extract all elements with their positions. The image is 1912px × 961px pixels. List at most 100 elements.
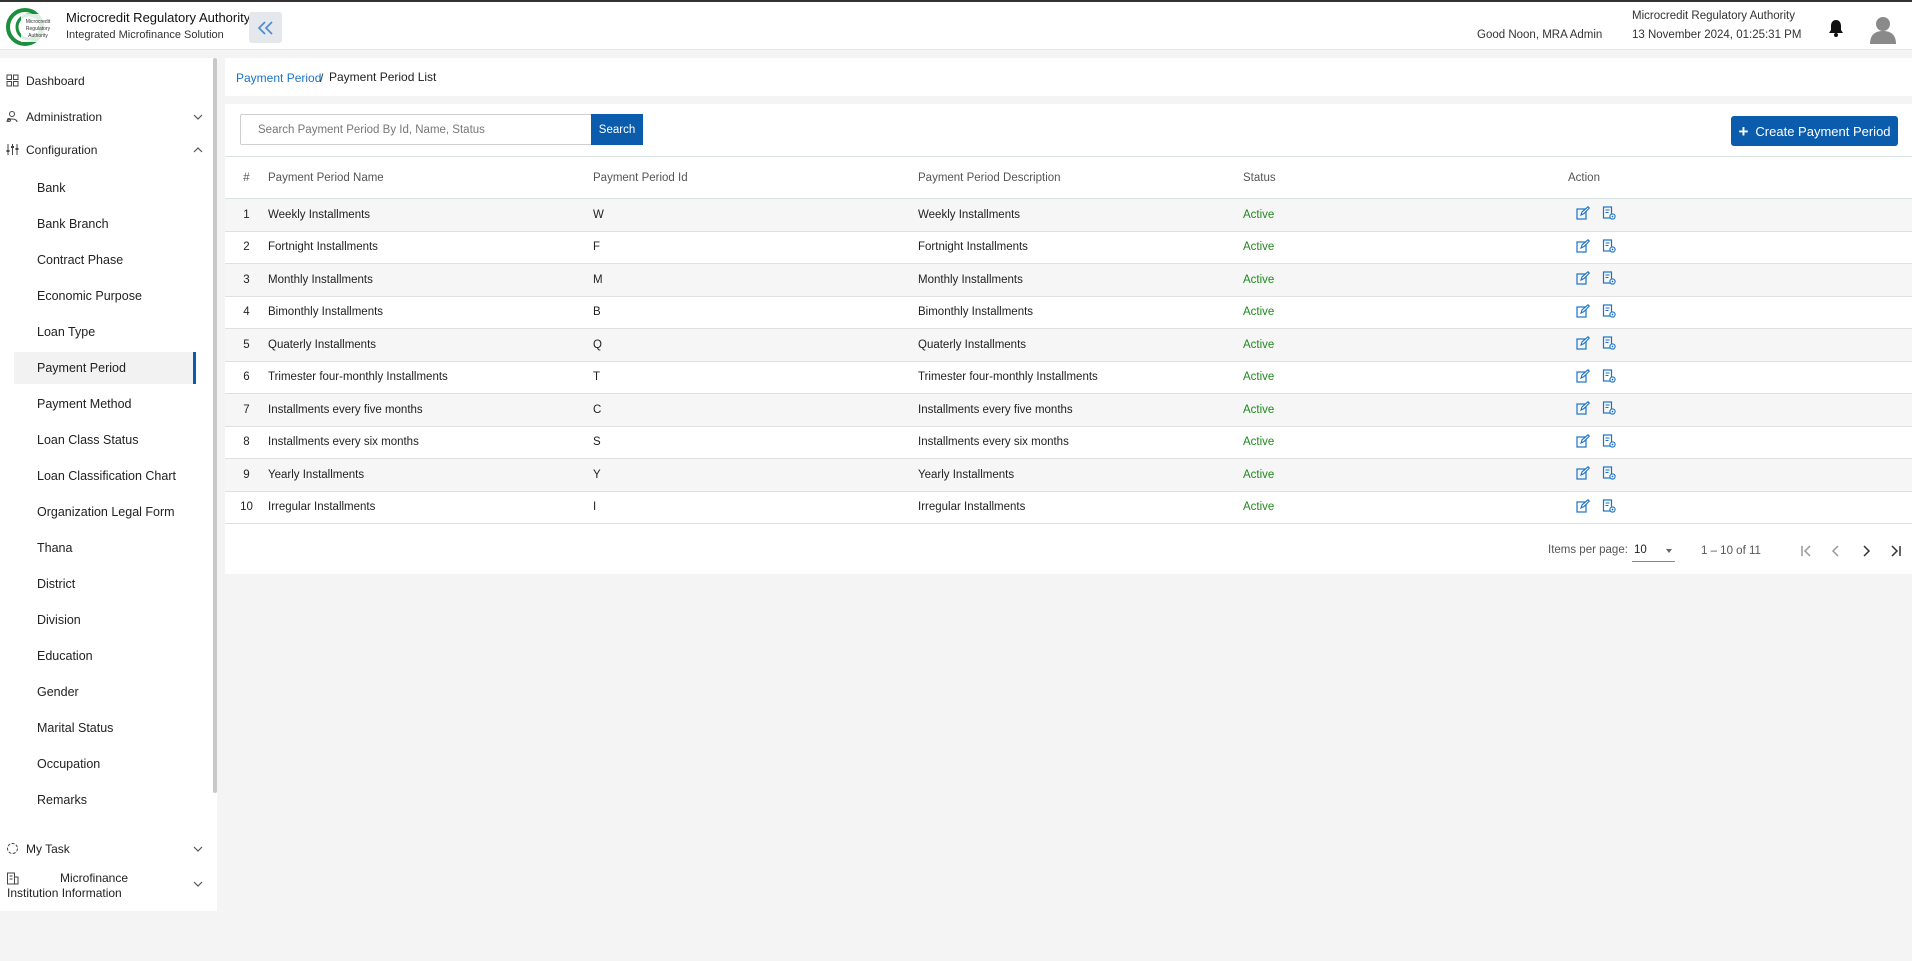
payment-period-name: Monthly Installments xyxy=(268,263,593,297)
notification-bell-icon[interactable] xyxy=(1827,18,1845,38)
edit-icon[interactable] xyxy=(1576,368,1590,383)
payment-period-name: Fortnight Installments xyxy=(268,231,593,264)
sidebar-item-bank[interactable]: Bank xyxy=(14,172,196,204)
app-subtitle: Integrated Microfinance Solution xyxy=(66,29,224,41)
column-header-description: Payment Period Description xyxy=(918,156,1243,199)
sidebar-item-occupation[interactable]: Occupation xyxy=(14,748,196,780)
sidebar-item-label: Education xyxy=(37,649,93,663)
user-avatar-icon[interactable] xyxy=(1868,14,1898,44)
app-header: Microcredit Regulatory Authority Microcr… xyxy=(0,2,1912,50)
breadcrumb-current: Payment Period List xyxy=(329,70,437,84)
table-row: 10 Irregular Installments I Irregular Insta… xyxy=(225,491,1912,524)
sidebar-item-label: Loan Type xyxy=(37,325,96,339)
payment-period-description: Weekly Installments xyxy=(918,198,1243,232)
edit-icon[interactable] xyxy=(1576,466,1590,480)
sidebar-item-loan-classification-chart[interactable]: Loan Classification Chart xyxy=(14,460,196,492)
payment-period-id: F xyxy=(593,231,918,264)
sidebar-item-microfinance-institution-information[interactable]: Microfinance Institution Information xyxy=(0,869,210,903)
payment-period-description: Trimester four-monthly Installments xyxy=(918,361,1243,394)
view-details-icon[interactable] xyxy=(1602,466,1616,480)
sidebar-item-marital-status[interactable]: Marital Status xyxy=(14,712,196,744)
page-range-label: 1 – 10 of 11 xyxy=(1701,545,1761,557)
sidebar-item-education[interactable]: Education xyxy=(14,640,196,672)
payment-period-id: Y xyxy=(593,458,918,492)
column-header-action: Action xyxy=(1568,156,1912,199)
create-payment-period-button[interactable]: + Create Payment Period xyxy=(1731,116,1898,146)
sliders-icon xyxy=(6,144,19,155)
edit-icon[interactable] xyxy=(1576,401,1590,415)
edit-icon[interactable] xyxy=(1576,238,1590,253)
view-details-icon[interactable] xyxy=(1602,369,1616,383)
status-badge: Active xyxy=(1243,296,1568,329)
status-badge: Active xyxy=(1243,263,1568,297)
view-details-icon[interactable] xyxy=(1602,271,1616,285)
edit-icon[interactable] xyxy=(1576,498,1590,513)
last-page-icon[interactable] xyxy=(1887,542,1905,560)
sidebar-item-my-task[interactable]: My Task xyxy=(0,836,203,862)
sidebar-item-economic-purpose[interactable]: Economic Purpose xyxy=(14,280,196,312)
chevron-up-icon xyxy=(193,147,203,153)
sidebar-item-dashboard[interactable]: Dashboard xyxy=(0,68,200,94)
sidebar-item-bank-branch[interactable]: Bank Branch xyxy=(14,208,196,240)
view-details-icon[interactable] xyxy=(1602,304,1616,318)
sidebar-item-gender[interactable]: Gender xyxy=(14,676,196,708)
sidebar-item-thana[interactable]: Thana xyxy=(14,532,196,564)
first-page-icon[interactable] xyxy=(1797,542,1815,560)
edit-icon[interactable] xyxy=(1576,433,1590,448)
table-row: 4 Bimonthly Installments B Bimonthly Instal… xyxy=(225,296,1912,329)
column-header-number: # xyxy=(225,156,268,199)
status-badge: Active xyxy=(1243,458,1568,492)
app-title: Microcredit Regulatory Authority xyxy=(66,10,251,25)
sidebar-collapse-button[interactable] xyxy=(249,12,282,43)
sidebar-item-division[interactable]: Division xyxy=(14,604,196,636)
view-details-icon[interactable] xyxy=(1602,499,1616,513)
svg-text:Microcredit: Microcredit xyxy=(26,19,51,25)
previous-page-icon[interactable] xyxy=(1827,542,1845,560)
sidebar-item-administration[interactable]: Administration xyxy=(0,104,203,130)
payment-period-name: Weekly Installments xyxy=(268,198,593,232)
sidebar-item-label: Loan Class Status xyxy=(37,433,139,447)
next-page-icon[interactable] xyxy=(1857,542,1875,560)
payment-period-description: Fortnight Installments xyxy=(918,231,1243,264)
sidebar-scrollbar[interactable] xyxy=(213,58,217,793)
row-number: 9 xyxy=(225,458,268,492)
search-input[interactable] xyxy=(240,114,592,145)
current-datetime: 13 November 2024, 01:25:31 PM xyxy=(1632,29,1802,41)
sidebar-item-label: Gender xyxy=(37,685,79,699)
sidebar-item-payment-period[interactable]: Payment Period xyxy=(14,352,196,384)
view-details-icon[interactable] xyxy=(1602,401,1616,415)
sidebar-item-payment-method[interactable]: Payment Method xyxy=(14,388,196,420)
sidebar-item-loan-class-status[interactable]: Loan Class Status xyxy=(14,424,196,456)
payment-period-id: W xyxy=(593,198,918,232)
table-row: 2 Fortnight Installments F Fortnight Instal… xyxy=(225,231,1912,264)
view-details-icon[interactable] xyxy=(1602,434,1616,448)
sidebar-item-district[interactable]: District xyxy=(14,568,196,600)
row-actions xyxy=(1568,458,1912,492)
view-details-icon[interactable] xyxy=(1602,336,1616,350)
view-details-icon[interactable] xyxy=(1602,239,1616,253)
chevron-down-icon xyxy=(193,114,203,120)
search-button[interactable]: Search xyxy=(591,114,643,145)
breadcrumb-parent-link[interactable]: Payment Period xyxy=(236,71,321,85)
items-per-page-select[interactable]: 10 xyxy=(1632,540,1675,562)
table-row: 7 Installments every five months C Installm… xyxy=(225,393,1912,427)
sidebar-item-contract-phase[interactable]: Contract Phase xyxy=(14,244,196,276)
view-details-icon[interactable] xyxy=(1602,206,1616,220)
edit-icon[interactable] xyxy=(1576,206,1590,220)
payment-period-table: # Payment Period Name Payment Period Id … xyxy=(225,156,1912,524)
sidebar-item-configuration[interactable]: Configuration xyxy=(0,137,203,163)
sidebar-item-label: Contract Phase xyxy=(37,253,124,267)
row-actions xyxy=(1568,296,1912,329)
edit-icon[interactable] xyxy=(1576,336,1590,350)
row-number: 6 xyxy=(225,361,268,394)
sidebar-item-loan-type[interactable]: Loan Type xyxy=(14,316,196,348)
sidebar-item-organization-legal-form[interactable]: Organization Legal Form xyxy=(14,496,196,528)
breadcrumb-separator: / xyxy=(320,71,324,85)
edit-icon[interactable] xyxy=(1576,271,1590,285)
sidebar-item-label: Thana xyxy=(37,541,73,555)
payment-period-name: Irregular Installments xyxy=(268,491,593,524)
table-row: 5 Quaterly Installments Q Quaterly Installm… xyxy=(225,328,1912,362)
status-badge: Active xyxy=(1243,328,1568,362)
edit-icon[interactable] xyxy=(1576,303,1590,318)
sidebar-item-remarks[interactable]: Remarks xyxy=(14,784,196,816)
